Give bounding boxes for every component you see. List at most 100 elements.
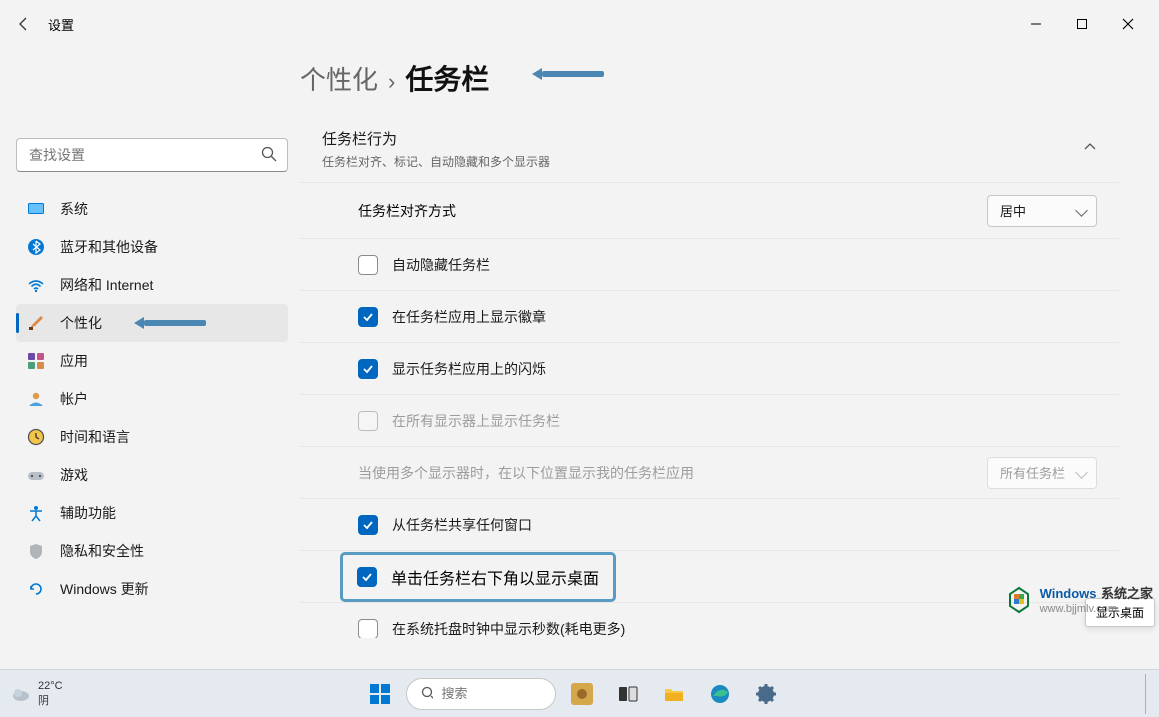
window-title: 设置 — [48, 15, 74, 34]
sidebar-item-label: 个性化 — [60, 313, 102, 333]
breadcrumb-parent[interactable]: 个性化 — [300, 60, 378, 97]
taskbar-settings[interactable] — [746, 674, 786, 714]
close-button[interactable] — [1105, 8, 1151, 40]
taskbar-search-input[interactable] — [441, 686, 541, 701]
windows-icon — [369, 683, 391, 705]
bluetooth-icon — [26, 237, 46, 257]
row-label: 当使用多个显示器时，在以下位置显示我的任务栏应用 — [358, 463, 987, 483]
search-box[interactable] — [16, 138, 288, 172]
sidebar-item-update[interactable]: Windows 更新 — [16, 570, 288, 608]
edge-icon — [708, 682, 732, 706]
breadcrumb: 个性化 › 任务栏 — [300, 58, 1119, 98]
sidebar-item-personalization[interactable]: 个性化 — [16, 304, 288, 342]
content-area: 个性化 › 任务栏 任务栏行为 任务栏对齐、标记、自动隐藏和多个显示器 任务栏对… — [300, 48, 1159, 669]
taskbar-task-view[interactable] — [608, 674, 648, 714]
update-icon — [26, 579, 46, 599]
row-label: 在所有显示器上显示任务栏 — [392, 411, 1097, 431]
system-icon — [26, 199, 46, 219]
gamepad-icon — [26, 465, 46, 485]
sidebar-item-accessibility[interactable]: 辅助功能 — [16, 494, 288, 532]
row-label: 任务栏对齐方式 — [358, 201, 987, 221]
section-header-taskbar-behaviors[interactable]: 任务栏行为 任务栏对齐、标记、自动隐藏和多个显示器 — [300, 118, 1119, 183]
checkbox-flash[interactable] — [358, 359, 378, 379]
sidebar-item-time-language[interactable]: 时间和语言 — [16, 418, 288, 456]
taskbar-weather[interactable]: 22°C 阴 — [10, 680, 63, 708]
checkbox-share[interactable] — [358, 515, 378, 535]
taskview-icon — [616, 682, 640, 706]
checkbox-show-desktop[interactable] — [357, 567, 377, 587]
sidebar-item-accounts[interactable]: 帐户 — [16, 380, 288, 418]
alignment-select[interactable]: 居中 — [987, 195, 1097, 227]
breadcrumb-current: 任务栏 — [405, 58, 489, 98]
checkbox-autohide[interactable] — [358, 255, 378, 275]
row-autohide: 自动隐藏任务栏 — [300, 239, 1119, 291]
annotation-arrow-icon — [134, 317, 206, 329]
sidebar-item-system[interactable]: 系统 — [16, 190, 288, 228]
sidebar-item-label: 游戏 — [60, 465, 88, 485]
back-button[interactable] — [8, 8, 40, 40]
sidebar-item-label: 系统 — [60, 199, 88, 219]
sidebar-item-privacy[interactable]: 隐私和安全性 — [16, 532, 288, 570]
clock-icon — [26, 427, 46, 447]
sidebar-item-gaming[interactable]: 游戏 — [16, 456, 288, 494]
sidebar-item-label: 蓝牙和其他设备 — [60, 237, 158, 257]
search-icon — [421, 686, 433, 701]
section-subtitle: 任务栏对齐、标记、自动隐藏和多个显示器 — [322, 153, 1083, 170]
annotation-arrow-icon — [532, 68, 604, 80]
row-label: 从任务栏共享任何窗口 — [392, 515, 1097, 535]
row-label: 在任务栏应用上显示徽章 — [392, 307, 1097, 327]
start-button[interactable] — [360, 674, 400, 714]
title-bar: 设置 — [0, 0, 1159, 48]
taskbar: 22°C 阴 — [0, 669, 1159, 717]
annotation-highlight: 单击任务栏右下角以显示桌面 — [340, 552, 616, 602]
sidebar-item-label: Windows 更新 — [60, 579, 149, 599]
app-icon — [570, 682, 594, 706]
checkbox-badges[interactable] — [358, 307, 378, 327]
row-multidisplay: 当使用多个显示器时，在以下位置显示我的任务栏应用 所有任务栏 — [300, 447, 1119, 499]
maximize-button[interactable] — [1059, 8, 1105, 40]
taskbar-app-1[interactable] — [562, 674, 602, 714]
show-desktop-button[interactable] — [1145, 674, 1149, 714]
row-all-displays: 在所有显示器上显示任务栏 — [300, 395, 1119, 447]
weather-condition: 阴 — [38, 692, 63, 708]
apps-icon — [26, 351, 46, 371]
weather-temp: 22°C — [38, 680, 63, 692]
row-show-desktop: 单击任务栏右下角以显示桌面 — [300, 551, 1119, 603]
gear-icon — [754, 682, 778, 706]
row-label: 在系统托盘时钟中显示秒数(耗电更多) — [392, 619, 1097, 639]
row-label: 单击任务栏右下角以显示桌面 — [391, 565, 599, 589]
weather-icon — [10, 683, 32, 705]
user-icon — [26, 389, 46, 409]
sidebar-item-network[interactable]: 网络和 Internet — [16, 266, 288, 304]
sidebar-item-label: 辅助功能 — [60, 503, 116, 523]
sidebar-item-label: 应用 — [60, 351, 88, 371]
search-icon — [260, 145, 278, 168]
folder-icon — [662, 682, 686, 706]
watermark: Windows 系统之家 www.bjjmlv.com — [1004, 583, 1153, 615]
row-seconds: 在系统托盘时钟中显示秒数(耗电更多) — [300, 603, 1119, 638]
row-label: 显示任务栏应用上的闪烁 — [392, 359, 1097, 379]
sidebar-item-label: 帐户 — [60, 389, 88, 409]
sidebar-item-label: 网络和 Internet — [60, 275, 153, 295]
row-alignment: 任务栏对齐方式 居中 — [300, 183, 1119, 239]
chevron-up-icon — [1083, 140, 1097, 159]
row-label: 自动隐藏任务栏 — [392, 255, 1097, 275]
minimize-button[interactable] — [1013, 8, 1059, 40]
sidebar-item-label: 隐私和安全性 — [60, 541, 144, 561]
checkbox-seconds[interactable] — [358, 619, 378, 639]
accessibility-icon — [26, 503, 46, 523]
checkbox-all-displays — [358, 411, 378, 431]
brush-icon — [26, 313, 46, 333]
sidebar-item-apps[interactable]: 应用 — [16, 342, 288, 380]
breadcrumb-separator: › — [388, 69, 395, 95]
taskbar-search[interactable] — [406, 678, 556, 710]
search-input[interactable] — [16, 138, 288, 172]
multidisplay-select: 所有任务栏 — [987, 457, 1097, 489]
taskbar-edge[interactable] — [700, 674, 740, 714]
taskbar-explorer[interactable] — [654, 674, 694, 714]
watermark-icon — [1004, 584, 1034, 614]
sidebar-item-bluetooth[interactable]: 蓝牙和其他设备 — [16, 228, 288, 266]
row-badges: 在任务栏应用上显示徽章 — [300, 291, 1119, 343]
section-title: 任务栏行为 — [322, 128, 1083, 149]
row-share: 从任务栏共享任何窗口 — [300, 499, 1119, 551]
